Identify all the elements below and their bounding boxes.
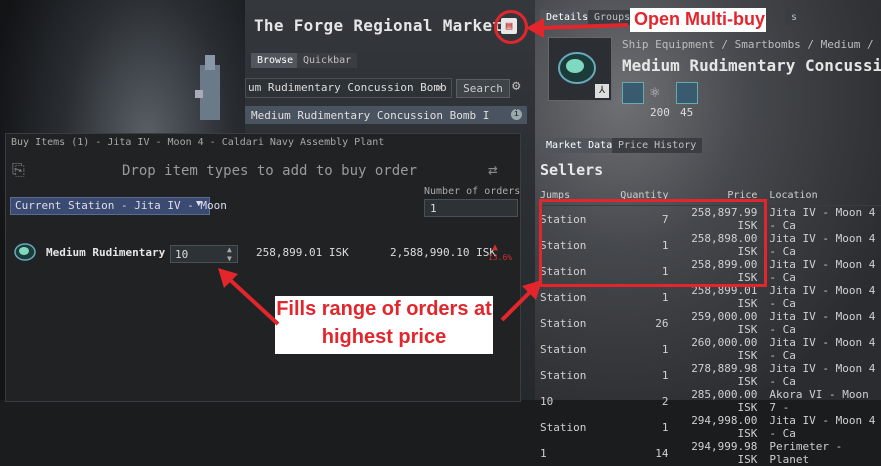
table-row[interactable]: Station 1 260,000.00 ISK Jita IV - Moon 4 -…: [540, 336, 881, 362]
quantity-value: 10: [175, 248, 189, 261]
seller-jumps: Station: [540, 290, 587, 304]
table-row[interactable]: 1 14 294,999.98 ISK Perimeter - Planet: [540, 440, 881, 466]
seller-location: Jita IV - Moon 4 - Ca: [769, 414, 876, 440]
search-input[interactable]: um Rudimentary Concussion Bomb: [245, 78, 452, 98]
seller-quantity: 1: [661, 290, 669, 304]
chevron-down-icon: ▼: [196, 199, 202, 209]
seller-location: Jita IV - Moon 4 - Ca: [769, 232, 876, 258]
seller-jumps: Station: [540, 420, 587, 434]
table-row[interactable]: 10 2 285,000.00 ISK Akora VI - Moon 7 -: [540, 388, 881, 414]
sellers-heading: Sellers: [540, 161, 604, 179]
molecule-icon[interactable]: ⚛: [650, 82, 660, 101]
seller-location: Jita IV - Moon 4 - Ca: [769, 206, 876, 232]
item-name: Medium Rudimentary Concussion: [622, 56, 881, 75]
drop-icon-left: ⎘: [12, 160, 25, 179]
gear-icon[interactable]: ⚙: [512, 78, 520, 94]
breadcrumb[interactable]: Ship Equipment / Smartbombs / Medium /: [622, 38, 874, 51]
buy-window-title: Buy Items (1) - Jita IV - Moon 4 - Calda…: [11, 137, 385, 148]
orders-value: 1: [430, 202, 437, 215]
orders-field[interactable]: 1: [424, 199, 518, 217]
stepper-arrows-icon[interactable]: ▲ ▼: [227, 245, 232, 263]
arrow-icon: [526, 18, 629, 38]
seller-price: 259,000.00 ISK: [691, 310, 758, 336]
price-delta: 13.6%: [488, 253, 513, 262]
station-structure-icon: [195, 55, 220, 120]
tab-browse[interactable]: Browse: [251, 53, 300, 68]
arrow-icon: [500, 280, 542, 322]
buy-item-name: Medium Rudimentary: [46, 246, 166, 259]
seller-quantity: 2: [661, 394, 669, 408]
annotation-multibuy: Open Multi-buy: [634, 9, 765, 29]
annotation-callout: Open Multi-buy: [630, 8, 766, 32]
seller-location: Jita IV - Moon 4 - Ca: [769, 362, 876, 388]
drop-hint: Drop item types to add to buy order: [122, 163, 418, 179]
info-icon[interactable]: i: [511, 109, 522, 120]
drop-icon-right: ⇄: [488, 160, 498, 179]
seller-location: Jita IV - Moon 4 - Ca: [769, 258, 876, 284]
arrow-icon: [218, 268, 280, 326]
item-tech-icon: ⅄: [595, 84, 609, 98]
seller-jumps: 1: [540, 446, 547, 460]
seller-price: 294,999.98 ISK: [691, 440, 758, 466]
seller-jumps: 10: [540, 394, 554, 408]
tab-other[interactable]: s: [785, 10, 804, 25]
seller-location: Jita IV - Moon 4 - Ca: [769, 284, 876, 310]
search-button[interactable]: Search: [456, 79, 510, 98]
seller-location: Jita IV - Moon 4 - Ca: [769, 336, 876, 362]
total-price: 2,588,990.10 ISK: [390, 246, 496, 259]
annotation-fills-line2: highest price: [321, 326, 447, 348]
seller-location: Perimeter - Planet: [769, 440, 843, 466]
list-item[interactable]: Medium Rudimentary Concussion Bomb I i: [245, 106, 527, 124]
highlight-box-orders: [539, 199, 767, 287]
seller-price: 258,899.01 ISK: [691, 284, 758, 310]
location-select[interactable]: Current Station - Jita IV - Moon ▼: [10, 197, 227, 215]
seller-quantity: 1: [661, 368, 669, 382]
unit-price: 258,899.01 ISK: [256, 246, 349, 259]
annotation-callout: Fills range of orders at highest price: [275, 296, 493, 354]
seller-price: 285,000.00 ISK: [691, 388, 758, 414]
seller-jumps: Station: [540, 342, 587, 356]
result-item-label: Medium Rudimentary Concussion Bomb I: [251, 109, 490, 122]
stat-value: 45: [680, 106, 694, 119]
tab-market-data[interactable]: Market Data: [540, 138, 619, 153]
tab-price-history[interactable]: Price History: [612, 138, 703, 153]
column-header-location[interactable]: Location: [765, 185, 881, 206]
seller-jumps: Station: [540, 368, 587, 382]
seller-quantity: 26: [655, 316, 669, 330]
price-up-icon: ▲: [492, 242, 499, 253]
table-row[interactable]: Station 1 258,899.01 ISK Jita IV - Moon 4 -…: [540, 284, 881, 310]
seller-quantity: 14: [655, 446, 669, 460]
seller-jumps: Station: [540, 316, 587, 330]
seller-price: 260,000.00 ISK: [691, 336, 758, 362]
item-icon-frame: ⅄: [548, 37, 612, 101]
search-input-value: um Rudimentary Concussion Bomb: [248, 81, 447, 94]
table-row[interactable]: Station 26 259,000.00 ISK Jita IV - Moon 4 …: [540, 310, 881, 336]
seller-location: Jita IV - Moon 4 - Ca: [769, 310, 876, 336]
seller-price: 278,889.98 ISK: [691, 362, 758, 388]
seller-quantity: 1: [661, 420, 669, 434]
orders-label: Number of orders: [424, 186, 521, 197]
skill-icon[interactable]: [622, 82, 644, 104]
quantity-stepper[interactable]: 10 ▲ ▼: [170, 245, 238, 263]
table-row[interactable]: Station 1 294,998.00 ISK Jita IV - Moon 4 -…: [540, 414, 881, 440]
seller-price: 294,998.00 ISK: [691, 414, 758, 440]
seller-location: Akora VI - Moon 7 -: [769, 388, 869, 414]
page-title: The Forge Regional Market: [254, 16, 503, 35]
stat-value: 200: [650, 106, 670, 119]
annotation-fills-line1: Fills range of orders at: [276, 298, 492, 320]
tab-quickbar[interactable]: Quickbar: [297, 53, 358, 68]
table-row[interactable]: Station 1 278,889.98 ISK Jita IV - Moon 4 -…: [540, 362, 881, 388]
multibuy-highlight-circle: [494, 10, 528, 44]
seller-quantity: 1: [661, 342, 669, 356]
item-icon: [14, 243, 36, 261]
cpu-icon[interactable]: [676, 82, 698, 104]
clear-search-icon[interactable]: ✕: [436, 80, 443, 94]
